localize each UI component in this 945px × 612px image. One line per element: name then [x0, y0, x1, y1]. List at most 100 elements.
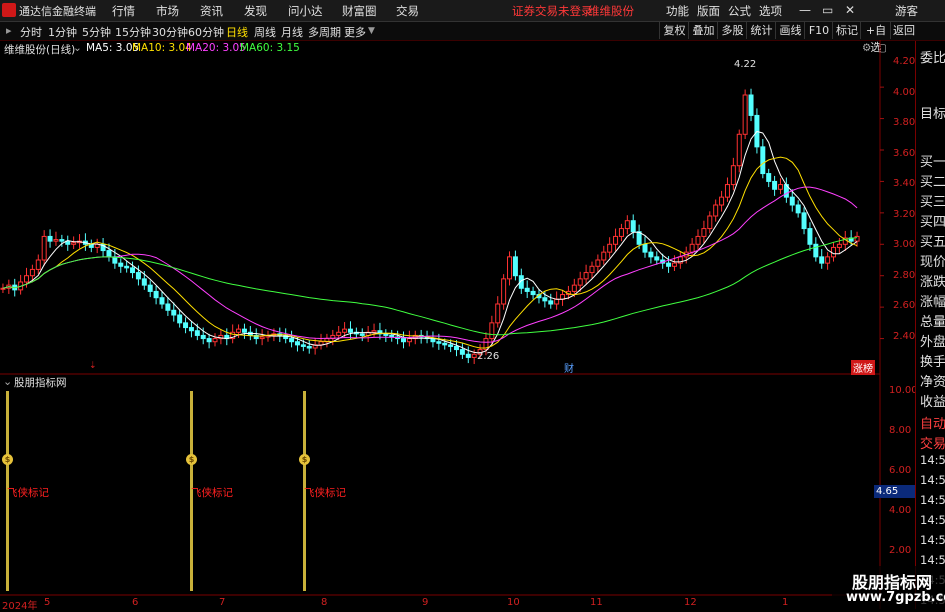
quote-field: 换手 — [920, 355, 945, 370]
menu-formula[interactable]: 公式 — [728, 3, 751, 19]
sub-tick: 6.00 — [889, 465, 912, 476]
candle — [666, 262, 672, 267]
candle — [742, 94, 748, 135]
gridlines — [880, 86, 884, 340]
candle — [807, 228, 813, 245]
candle — [624, 220, 630, 230]
menu-wealth[interactable]: 财富圈 — [342, 3, 377, 19]
menu-options[interactable]: 选项 — [759, 3, 782, 19]
close-icon[interactable]: ✕ — [845, 3, 855, 17]
tab-arrow-icon[interactable]: ▸ — [6, 24, 12, 37]
candle — [300, 344, 306, 347]
date-tick: 12 — [684, 597, 697, 608]
sub-tick: 8.00 — [889, 425, 912, 436]
minimize-icon[interactable]: — — [799, 3, 811, 17]
more-chevron-icon[interactable]: ▼ — [368, 26, 375, 36]
tab-monthly[interactable]: 月线 — [281, 24, 303, 40]
menu-trade[interactable]: 交易 — [396, 3, 419, 19]
tool-stats[interactable]: 统计 — [746, 22, 776, 39]
tab-weekly[interactable]: 周线 — [254, 24, 276, 40]
tab-multi[interactable]: 多周期 — [308, 24, 341, 40]
candle — [825, 256, 831, 264]
quote-field: 买五 — [920, 235, 945, 250]
candle — [188, 327, 194, 332]
candle — [607, 243, 613, 253]
chart-canvas[interactable] — [0, 40, 915, 609]
candle — [618, 228, 624, 237]
quote-field: 买四 — [920, 215, 945, 230]
price-tick: 2.40 — [893, 330, 916, 342]
menu-quotes[interactable]: 行情 — [112, 3, 135, 19]
menu-ask[interactable]: 问小达 — [288, 3, 323, 19]
candle — [35, 259, 41, 270]
coin-icon: $ — [186, 454, 197, 465]
date-tick: 10 — [507, 597, 520, 608]
sub-dropdown-icon[interactable]: ⌄ — [3, 375, 12, 388]
menu-layout[interactable]: 版面 — [697, 3, 720, 19]
tab-1min[interactable]: 1分钟 — [48, 24, 77, 40]
restore-icon[interactable]: ▭ — [822, 3, 833, 17]
date-tick: 11 — [590, 597, 603, 608]
candle — [854, 235, 860, 242]
quote-field: 现价 — [920, 255, 945, 270]
tab-daily[interactable]: 日线 — [226, 24, 248, 40]
candle — [47, 235, 53, 242]
candle — [118, 262, 124, 267]
candle — [724, 184, 730, 198]
tool-f10[interactable]: F10 — [804, 22, 833, 39]
tool-mark[interactable]: 标记 — [832, 22, 861, 39]
tab-intraday[interactable]: 分时 — [20, 24, 42, 40]
stock-name-notice[interactable]: 维维股份 — [588, 3, 634, 19]
quote-field: 买三 — [920, 195, 945, 210]
menu-function[interactable]: 功能 — [666, 3, 689, 19]
menu-discover[interactable]: 发现 — [244, 3, 267, 19]
candle — [577, 278, 583, 286]
candle — [836, 243, 842, 248]
login-notice[interactable]: 证券交易未登录 — [512, 3, 593, 19]
tool-draw[interactable]: 画线 — [775, 22, 805, 39]
candle — [135, 272, 141, 280]
quote-field: 涨幅 — [920, 295, 945, 310]
watermark: 股朋指标网 www.7gpzb.com — [832, 566, 945, 609]
candle — [206, 338, 212, 343]
candle — [236, 328, 242, 333]
candle — [59, 239, 65, 242]
tab-5min[interactable]: 5分钟 — [82, 24, 111, 40]
tool-back[interactable]: 返回 — [890, 22, 917, 39]
marker-label: 飞侠标记 — [7, 487, 49, 499]
menu-market[interactable]: 市场 — [156, 3, 179, 19]
candle — [524, 287, 530, 292]
tool-add-favorite[interactable]: +自选 — [860, 22, 891, 54]
rank-badge[interactable]: 涨榜 — [851, 360, 875, 375]
tool-overlay[interactable]: 叠加 — [688, 22, 718, 39]
candle — [512, 256, 518, 277]
menu-news[interactable]: 资讯 — [200, 3, 223, 19]
user-label[interactable]: 游客 — [895, 3, 918, 19]
candle — [542, 297, 548, 302]
quote-field: 目标 — [920, 107, 945, 122]
tab-30min[interactable]: 30分钟 — [152, 24, 188, 40]
quote-field: 外盘 — [920, 335, 945, 350]
candle — [583, 272, 589, 280]
high-label: 4.22 — [734, 59, 757, 70]
candle — [819, 256, 825, 264]
event-marker: ⇣ — [89, 361, 97, 371]
date-tick: 6 — [132, 597, 139, 608]
date-tick: 8 — [321, 597, 328, 608]
tab-60min[interactable]: 60分钟 — [188, 24, 224, 40]
candle — [241, 328, 247, 333]
tab-more[interactable]: 更多 — [344, 24, 366, 40]
candle — [748, 94, 754, 116]
tool-multistock[interactable]: 多股 — [717, 22, 747, 39]
period-toolbar: ▸ 分时 1分钟 5分钟 15分钟 30分钟 60分钟 日线 周线 月线 多周期… — [0, 22, 945, 54]
candle — [642, 243, 648, 253]
candle — [459, 349, 465, 355]
tool-adjust[interactable]: 复权 — [659, 22, 689, 39]
candle — [795, 204, 801, 214]
candle — [707, 215, 713, 230]
tab-15min[interactable]: 15分钟 — [115, 24, 151, 40]
candle — [554, 298, 560, 305]
candle — [177, 314, 183, 324]
candle — [130, 267, 136, 274]
candle — [124, 265, 130, 269]
